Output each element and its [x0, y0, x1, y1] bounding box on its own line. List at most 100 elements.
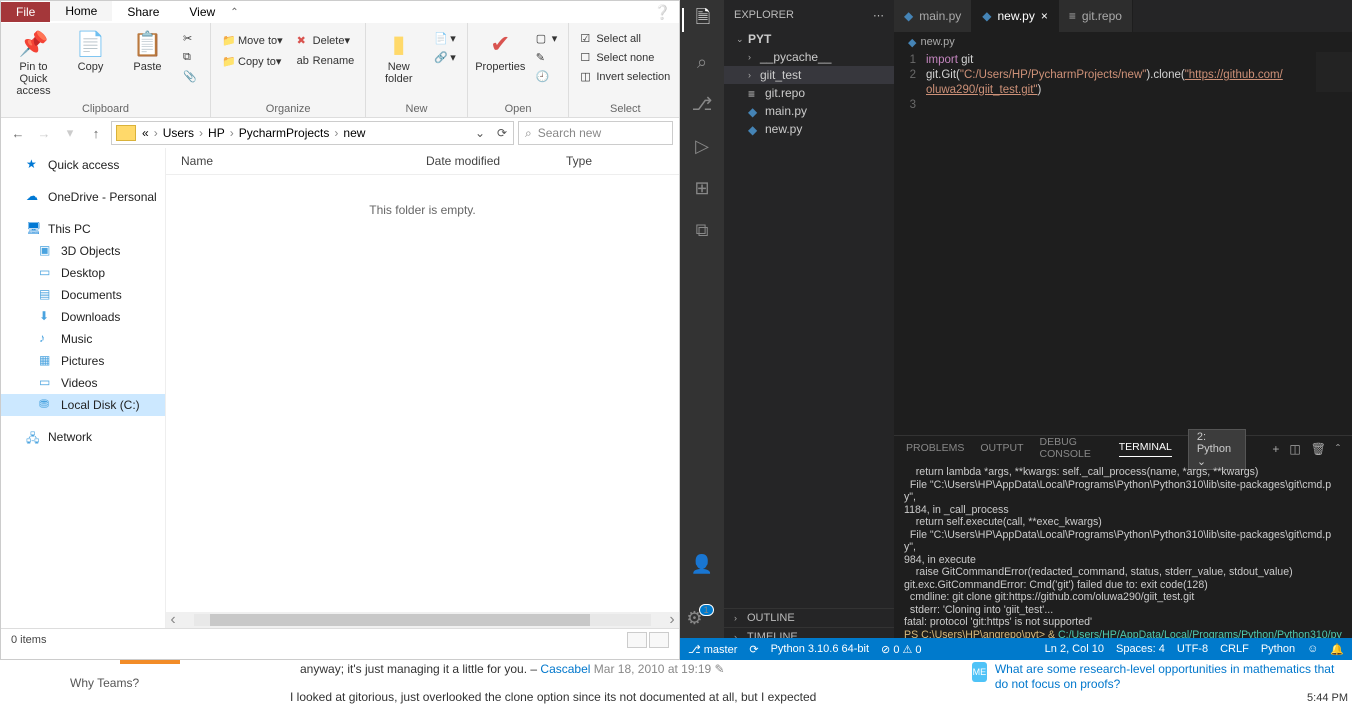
sidebar-local-disk-c[interactable]: ⛃Local Disk (C:)	[1, 394, 165, 416]
extensions-icon[interactable]: ⊞	[690, 176, 714, 200]
paste-shortcut-button[interactable]: 📎	[177, 68, 205, 85]
tree-giit-test[interactable]: ›giit_test	[724, 66, 894, 84]
pin-quick-access-button[interactable]: 📌Pin to Quick access	[6, 26, 61, 101]
properties-button[interactable]: ✔Properties	[473, 26, 528, 77]
help-icon[interactable]: ❔	[654, 4, 671, 21]
paste-button[interactable]: 📋Paste	[120, 26, 175, 77]
status-branch[interactable]: ⎇ master	[688, 643, 737, 656]
nav-up-button[interactable]: ↑	[85, 122, 107, 144]
sidebar-music[interactable]: ♪Music	[1, 328, 165, 350]
addr-refresh-button[interactable]: ⟳	[491, 126, 513, 140]
select-none-button[interactable]: ☐Select none	[574, 49, 676, 66]
tab-git-repo[interactable]: ≡git.repo	[1059, 0, 1133, 32]
tree-pycache[interactable]: ›__pycache__	[724, 48, 894, 66]
status-language[interactable]: Python	[1261, 643, 1295, 656]
split-terminal-icon[interactable]: ◫	[1289, 442, 1300, 456]
tab-output[interactable]: OUTPUT	[980, 442, 1023, 457]
code-editor[interactable]: 123 import git git.Git("C:/Users/HP/Pych…	[894, 52, 1352, 435]
status-python[interactable]: Python 3.10.6 64-bit	[771, 643, 869, 655]
tree-main-py[interactable]: ◆main.py	[724, 102, 894, 120]
explorer-icon[interactable]: 🗎	[682, 8, 722, 32]
new-item-button[interactable]: 📄▾	[428, 30, 462, 47]
tab-home[interactable]: Home	[50, 1, 112, 23]
code-lines[interactable]: import git git.Git("C:/Users/HP/PycharmP…	[926, 53, 1352, 435]
tab-new-py[interactable]: ◆new.py×	[972, 0, 1059, 32]
close-icon[interactable]: ×	[1041, 9, 1048, 23]
delete-button[interactable]: ✖Delete ▾	[291, 32, 361, 49]
sidebar-3d-objects[interactable]: ▣3D Objects	[1, 240, 165, 262]
crumb-users[interactable]: Users	[161, 126, 196, 140]
author-link[interactable]: Cascabel	[540, 662, 590, 676]
search-input[interactable]: ⌕ Search new	[518, 121, 673, 145]
status-bell-icon[interactable]: 🔔	[1330, 643, 1344, 656]
col-date[interactable]: Date modified	[426, 154, 566, 168]
tab-debug-console[interactable]: DEBUG CONSOLE	[1040, 436, 1103, 463]
tab-problems[interactable]: PROBLEMS	[906, 442, 964, 457]
col-type[interactable]: Type	[566, 154, 626, 168]
kill-terminal-icon[interactable]: 🗑	[1311, 442, 1326, 456]
select-all-button[interactable]: ☑Select all	[574, 30, 676, 47]
sidebar-documents[interactable]: ▤Documents	[1, 284, 165, 306]
new-folder-button[interactable]: ▮New folder	[371, 26, 426, 89]
panel-more-icon[interactable]: ⋯	[873, 9, 884, 22]
move-to-button[interactable]: 📁Move to ▾	[216, 32, 289, 49]
source-control-icon[interactable]: ⎇	[690, 92, 714, 116]
status-sync[interactable]: ⟳	[749, 643, 758, 656]
run-debug-icon[interactable]: ▷	[690, 134, 714, 158]
tab-share[interactable]: Share	[112, 2, 174, 22]
editor-breadcrumb[interactable]: ◆new.py	[894, 32, 1352, 52]
col-name[interactable]: Name	[181, 154, 426, 168]
sidebar-this-pc[interactable]: 🖥This PC	[1, 218, 165, 240]
sidebar-videos[interactable]: ▭Videos	[1, 372, 165, 394]
tab-view[interactable]: View	[174, 2, 230, 22]
terminal-output[interactable]: return lambda *args, **kwargs: self._cal…	[894, 462, 1352, 660]
edit-button[interactable]: ✎	[530, 49, 564, 66]
status-spaces[interactable]: Spaces: 4	[1116, 643, 1165, 656]
why-teams-link[interactable]: Why Teams?	[70, 676, 139, 690]
sidebar-quick-access[interactable]: ★Quick access	[1, 154, 165, 176]
horizontal-scrollbar[interactable]: ‹ ›	[166, 612, 679, 628]
tree-new-py[interactable]: ◆new.py	[724, 120, 894, 138]
outline-section[interactable]: ›OUTLINE	[724, 608, 894, 627]
crumb-hp[interactable]: HP	[206, 126, 227, 140]
cut-button[interactable]: ✂	[177, 30, 205, 47]
maximize-panel-icon[interactable]: ˆ	[1336, 442, 1340, 456]
copy-button[interactable]: 📄Copy	[63, 26, 118, 77]
nav-back-button[interactable]: ←	[7, 122, 29, 144]
sidebar-onedrive[interactable]: ☁OneDrive - Personal	[1, 186, 165, 208]
tree-root[interactable]: ⌄PYT	[724, 30, 894, 48]
crumb-ellipsis[interactable]: «	[140, 126, 151, 140]
copy-to-button[interactable]: 📁Copy to ▾	[216, 53, 289, 70]
sidebar-downloads[interactable]: ⬇Downloads	[1, 306, 165, 328]
tree-git-repo[interactable]: ≡git.repo	[724, 84, 894, 102]
invert-selection-button[interactable]: ◫Invert selection	[574, 68, 676, 85]
nav-recent-button[interactable]: ▾	[59, 122, 81, 144]
open-button[interactable]: ▢▾	[530, 30, 564, 47]
easy-access-button[interactable]: 🔗▾	[428, 49, 462, 66]
copy-path-button[interactable]: ⧉	[177, 49, 205, 66]
nav-forward-button[interactable]: →	[33, 122, 55, 144]
search-icon[interactable]: ⌕	[690, 50, 714, 74]
view-icons-button[interactable]	[649, 632, 669, 648]
address-bar[interactable]: «› Users› HP› PycharmProjects› new ⌄ ⟳	[111, 121, 514, 145]
rename-button[interactable]: abRename	[291, 53, 361, 69]
new-terminal-icon[interactable]: +	[1272, 442, 1279, 456]
sidebar-pictures[interactable]: ▦Pictures	[1, 350, 165, 372]
addr-dropdown-button[interactable]: ⌄	[469, 126, 491, 140]
history-button[interactable]: 🕘	[530, 68, 564, 85]
view-details-button[interactable]	[627, 632, 647, 648]
status-eol[interactable]: CRLF	[1220, 643, 1249, 656]
scroll-thumb[interactable]	[210, 614, 590, 626]
sidebar-desktop[interactable]: ▭Desktop	[1, 262, 165, 284]
remote-icon[interactable]: ⧉	[690, 218, 714, 242]
sidebar-network[interactable]: 🖧Network	[1, 426, 165, 448]
tab-main-py[interactable]: ◆main.py	[894, 0, 972, 32]
tab-terminal[interactable]: TERMINAL	[1119, 441, 1172, 457]
status-feedback-icon[interactable]: ☺	[1307, 643, 1318, 656]
crumb-new[interactable]: new	[341, 126, 367, 140]
settings-gear-icon[interactable]: ⚙1	[690, 606, 714, 630]
related-question[interactable]: ME What are some research-level opportun…	[972, 662, 1342, 692]
column-headers[interactable]: Name Date modified Type	[166, 148, 679, 175]
minimap[interactable]	[1316, 52, 1352, 92]
ribbon-collapse-caret[interactable]: ⌃	[230, 7, 238, 18]
